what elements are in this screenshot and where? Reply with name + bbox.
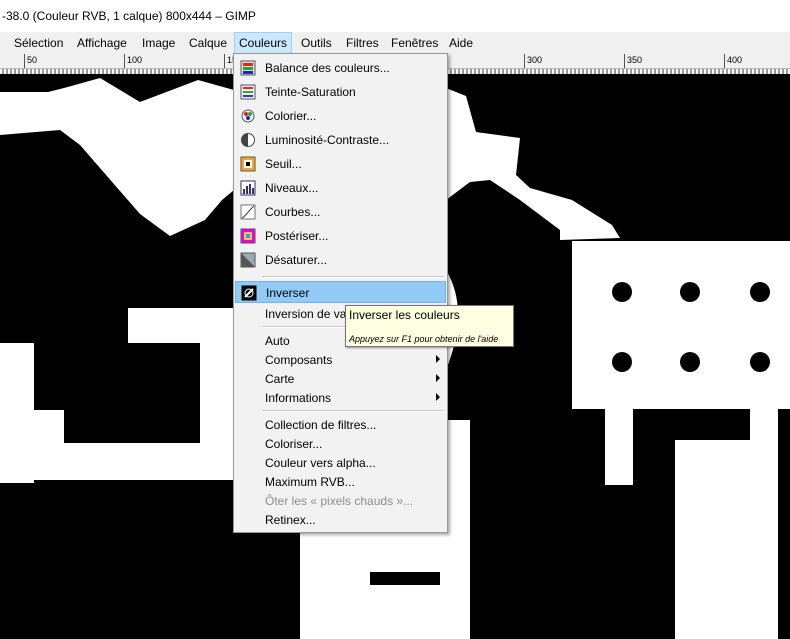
menu-outils[interactable]: Outils xyxy=(297,32,336,54)
menu-item-label: Désaturer... xyxy=(265,253,328,267)
menu-item-hue-saturation[interactable]: Teinte-Saturation xyxy=(235,81,446,103)
menu-item-label: Courbes... xyxy=(265,205,321,219)
menu-item-label: Collection de filtres... xyxy=(265,418,377,432)
ruler-label: 350 xyxy=(627,55,643,65)
ruler-tick: 50 xyxy=(24,54,37,68)
menu-item-label: Teinte-Saturation xyxy=(265,85,356,99)
threshold-icon xyxy=(240,156,256,172)
levels-icon xyxy=(240,180,256,196)
menu-item-label: Carte xyxy=(265,372,295,386)
menu-item-label: Seuil... xyxy=(265,157,302,171)
menu-item-threshold[interactable]: Seuil... xyxy=(235,153,446,175)
menu-item-label: Colorier... xyxy=(265,109,317,123)
menu-separator xyxy=(262,276,444,278)
menu-item-desaturate[interactable]: Désaturer... xyxy=(235,249,446,271)
menu-item-label: Retinex... xyxy=(265,513,316,527)
menu-item-label: Luminosité-Contraste... xyxy=(265,133,390,147)
menu-image[interactable]: Image xyxy=(138,32,179,54)
menu-item-curves[interactable]: Courbes... xyxy=(235,201,446,223)
ruler-label: 50 xyxy=(27,55,38,65)
curves-icon xyxy=(240,204,256,220)
menu-filtres[interactable]: Filtres xyxy=(342,32,383,54)
ruler-tick: 100 xyxy=(124,54,142,68)
menu-item-retinex[interactable]: Retinex... xyxy=(235,509,446,531)
menu-item-levels[interactable]: Niveaux... xyxy=(235,177,446,199)
menu-item-info[interactable]: Informations xyxy=(235,387,446,409)
colorize-icon xyxy=(241,109,255,123)
window-title: -38.0 (Couleur RVB, 1 calque) 800x444 – … xyxy=(2,9,256,23)
submenu-arrow-icon xyxy=(436,374,440,382)
menu-item-label: Postériser... xyxy=(265,229,329,243)
ruler-label: 300 xyxy=(527,55,543,65)
tooltip: Inverser les couleurs Appuyez sur F1 pou… xyxy=(345,305,514,347)
menu-item-color-balance[interactable]: Balance des couleurs... xyxy=(235,57,446,79)
menu-separator xyxy=(262,410,444,412)
menu-calque[interactable]: Calque xyxy=(185,32,231,54)
menu-aide[interactable]: Aide xyxy=(445,32,477,54)
ruler-tick: 400 xyxy=(724,54,742,68)
menu-item-label: Maximum RVB... xyxy=(265,475,355,489)
menu-item-label: Inversion de val xyxy=(265,307,350,321)
posterize-icon xyxy=(240,228,256,244)
hue-saturation-icon xyxy=(240,84,256,100)
menu-item-label: Composants xyxy=(265,353,333,367)
tooltip-hint: Appuyez sur F1 pour obtenir de l'aide xyxy=(349,334,499,344)
menu-item-label: Ôter les « pixels chauds »... xyxy=(265,494,414,508)
menu-item-label: Informations xyxy=(265,391,332,405)
color-balance-icon xyxy=(240,60,256,76)
menu-selection[interactable]: Sélection xyxy=(10,32,67,54)
menu-couleurs[interactable]: Couleurs xyxy=(234,32,293,54)
colors-menu-dropdown: Balance des couleurs... Teinte-Saturatio… xyxy=(233,53,448,533)
invert-icon xyxy=(241,285,257,301)
ruler-tick: 150 xyxy=(224,54,242,68)
menu-item-label: Couleur vers alpha... xyxy=(265,456,376,470)
tooltip-title: Inverser les couleurs xyxy=(349,308,460,322)
menu-item-brightness-contrast[interactable]: Luminosité-Contraste... xyxy=(235,129,446,151)
ruler-tick: 300 xyxy=(524,54,542,68)
menu-item-colorier[interactable]: Colorier... xyxy=(235,105,446,127)
menu-item-label: Niveaux... xyxy=(265,181,319,195)
desaturate-icon xyxy=(240,252,256,268)
menu-item-invert[interactable]: Inverser xyxy=(235,281,446,303)
menu-bar: Sélection Affichage Image Calque Couleur… xyxy=(0,32,790,54)
ruler-label: 100 xyxy=(127,55,143,65)
menu-item-posterize[interactable]: Postériser... xyxy=(235,225,446,247)
menu-item-label: Balance des couleurs... xyxy=(265,61,390,75)
menu-affichage[interactable]: Affichage xyxy=(73,32,131,54)
title-bar: -38.0 (Couleur RVB, 1 calque) 800x444 – … xyxy=(0,0,790,32)
menu-item-label: Coloriser... xyxy=(265,437,323,451)
ruler-tick: 350 xyxy=(624,54,642,68)
submenu-arrow-icon xyxy=(436,393,440,401)
menu-fenetres[interactable]: Fenêtres xyxy=(387,32,442,54)
menu-item-label: Inverser xyxy=(266,286,310,300)
brightness-contrast-icon xyxy=(241,133,255,147)
submenu-arrow-icon xyxy=(436,355,440,363)
menu-item-label: Auto xyxy=(265,334,290,348)
ruler-label: 400 xyxy=(727,55,743,65)
